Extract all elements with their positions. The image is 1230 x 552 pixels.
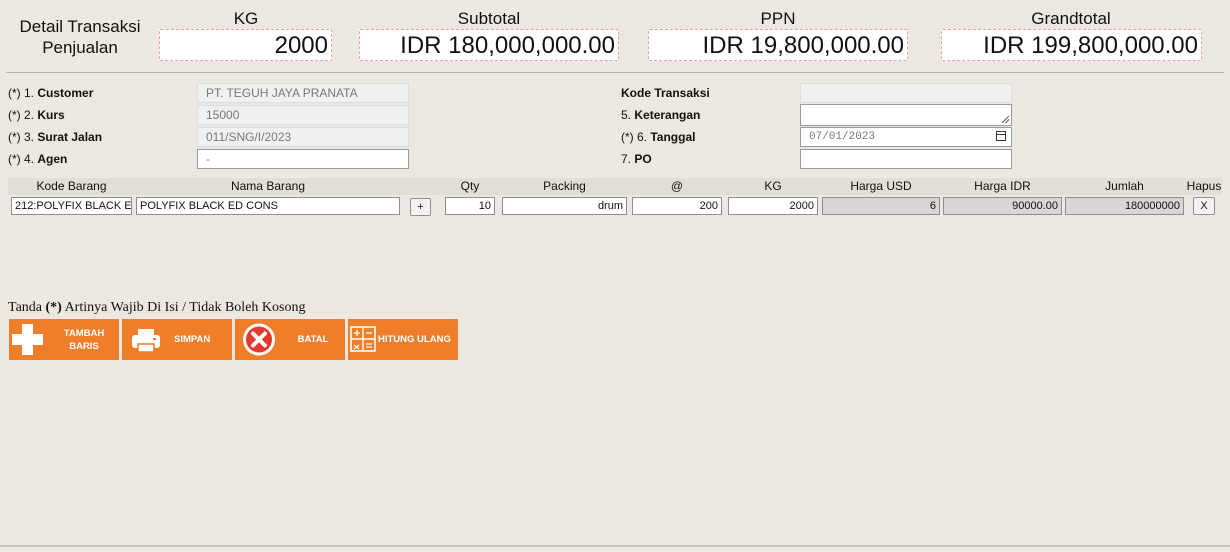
kg-total-value: 2000 [159, 29, 332, 61]
po-label: 7. PO [621, 149, 652, 169]
page-title-line2: Penjualan [42, 38, 118, 57]
resize-grip-icon[interactable] [1002, 116, 1009, 123]
note-suffix: Artinya Wajib Di Isi / Tidak Boleh Koson… [61, 300, 306, 315]
customer-label-text: Customer [37, 86, 94, 100]
row-packing-input[interactable]: drum [502, 197, 627, 215]
keterangan-label-prefix: 5. [621, 108, 632, 122]
tanggal-value: 07/01/2023 [809, 131, 876, 143]
row-qty-input[interactable]: 10 [445, 197, 495, 215]
surat-jalan-label-text: Surat Jalan [37, 130, 103, 144]
printer-icon [132, 329, 160, 353]
hitung-ulang-label: HITUNG ULANG [378, 334, 451, 345]
tanggal-date-input[interactable]: 07/01/2023 [800, 127, 1012, 147]
tambah-label-line1: TAMBAH [63, 327, 105, 339]
row-jumlah-input[interactable]: 180000000 [1065, 197, 1184, 215]
simpan-button[interactable]: SIMPAN [122, 319, 232, 360]
subtotal-label: Subtotal [457, 9, 521, 28]
calculator-icon [350, 326, 376, 352]
page-title: Detail Transaksi Penjualan [10, 16, 150, 58]
row-kode-barang-select[interactable]: 212:POLYFIX BLACK ED CONS [11, 197, 132, 215]
batal-label: BATAL [297, 334, 329, 345]
col-harga-idr: Harga IDR [974, 179, 1031, 193]
tambah-label-line2: BARIS [69, 340, 99, 352]
delete-row-button[interactable]: X [1193, 197, 1215, 215]
plus-icon [12, 324, 43, 355]
surat-jalan-input[interactable]: 011/SNG/I/2023 [197, 127, 409, 147]
grandtotal-value: IDR 199,800,000.00 [941, 29, 1202, 61]
col-nama-barang: Nama Barang [230, 179, 306, 193]
kurs-input[interactable]: 15000 [197, 105, 409, 125]
col-kode-barang: Kode Barang [36, 179, 107, 193]
simpan-label: SIMPAN [174, 334, 211, 345]
surat-jalan-label: (*) 3. Surat Jalan [8, 127, 102, 147]
kg-total-label: KG [233, 9, 259, 28]
agen-label-prefix: (*) 4. [8, 152, 35, 166]
row-harga-usd-input[interactable]: 6 [822, 197, 940, 215]
grandtotal-label: Grandtotal [1031, 9, 1111, 28]
surat-jalan-label-prefix: (*) 3. [8, 130, 35, 144]
agen-label-text: Agen [37, 152, 68, 166]
subtotal-value: IDR 180,000,000.00 [359, 29, 619, 61]
note-mark: (*) [45, 300, 62, 315]
row-harga-idr-input[interactable]: 90000.00 [943, 197, 1062, 215]
row-kg-input[interactable]: 2000 [728, 197, 818, 215]
ppn-label: PPN [760, 9, 796, 28]
col-at: @ [670, 179, 684, 193]
add-item-button[interactable]: + [410, 198, 431, 216]
batal-button[interactable]: BATAL [235, 319, 345, 360]
close-circle-icon [243, 323, 275, 356]
customer-label: (*) 1. Customer [8, 83, 93, 103]
po-label-prefix: 7. [621, 152, 632, 166]
agen-select[interactable]: - [197, 149, 409, 169]
po-label-text: PO [634, 152, 652, 166]
keterangan-label-text: Keterangan [634, 108, 701, 122]
hitung-ulang-button[interactable]: HITUNG ULANG [348, 319, 458, 360]
kurs-label-text: Kurs [37, 108, 65, 122]
row-nama-barang-input[interactable]: POLYFIX BLACK ED CONS [136, 197, 400, 215]
page-title-line1: Detail Transaksi [19, 17, 141, 36]
tambah-baris-label: TAMBAH BARIS [49, 327, 119, 353]
keterangan-textarea[interactable] [800, 104, 1012, 126]
col-hapus: Hapus [1186, 179, 1222, 193]
tanggal-label-text: Tanggal [650, 130, 696, 144]
col-qty: Qty [460, 179, 480, 193]
kurs-label-prefix: (*) 2. [8, 108, 35, 122]
ppn-value: IDR 19,800,000.00 [648, 29, 908, 61]
customer-label-prefix: (*) 1. [8, 86, 35, 100]
col-kg: KG [764, 179, 782, 193]
kurs-label: (*) 2. Kurs [8, 105, 65, 125]
col-packing: Packing [543, 179, 586, 193]
po-input[interactable] [800, 149, 1012, 169]
agen-label: (*) 4. Agen [8, 149, 67, 169]
tanggal-label-prefix: (*) 6. [621, 130, 648, 144]
kode-transaksi-input[interactable] [800, 83, 1012, 103]
tambah-baris-button[interactable]: TAMBAH BARIS [9, 319, 119, 360]
bottom-divider [0, 545, 1230, 547]
header-divider [6, 72, 1224, 73]
kode-transaksi-label: Kode Transaksi [621, 83, 710, 103]
tanggal-label: (*) 6. Tanggal [621, 127, 695, 147]
col-harga-usd: Harga USD [850, 179, 912, 193]
customer-input[interactable]: PT. TEGUH JAYA PRANATA [197, 83, 409, 103]
col-jumlah: Jumlah [1105, 179, 1144, 193]
keterangan-label: 5. Keterangan [621, 105, 700, 125]
row-at-input[interactable]: 200 [632, 197, 722, 215]
required-note: Tanda (*) Artinya Wajib Di Isi / Tidak B… [8, 300, 305, 316]
kode-transaksi-label-text: Kode Transaksi [621, 86, 710, 100]
note-prefix: Tanda [8, 300, 46, 315]
calendar-icon[interactable] [996, 131, 1006, 141]
